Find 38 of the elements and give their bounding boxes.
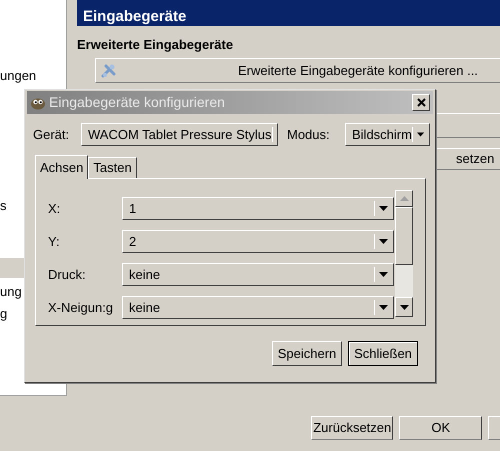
tools-icon (101, 63, 117, 79)
scroll-down-button[interactable] (395, 297, 413, 317)
scroll-thumb[interactable] (395, 207, 413, 265)
axis-dropdown[interactable]: 1 (122, 197, 394, 220)
app-icon (30, 96, 46, 110)
device-dropdown[interactable]: WACOM Tablet Pressure Stylus (81, 123, 278, 146)
up-arrow-icon (400, 196, 408, 201)
dropdown-arrow-icon (379, 206, 388, 211)
dialog-title: Eingabegeräte konfigurieren (49, 93, 226, 112)
axis-dropdown[interactable]: keine (122, 263, 394, 286)
header-title: Eingabegeräte (83, 8, 186, 26)
dropdown-arrow-icon (379, 239, 388, 244)
sidebar-item[interactable]: ungen (0, 66, 67, 86)
dialog-button[interactable]: Zurücksetzen (311, 416, 394, 440)
field-label: X: (48, 200, 62, 218)
tab[interactable]: Tasten (88, 157, 137, 178)
down-arrow-icon (400, 304, 408, 310)
axis-dropdown[interactable]: 2 (122, 230, 394, 253)
tab[interactable]: Achsen (35, 155, 88, 179)
section-heading: Erweiterte Eingabegeräte (77, 37, 234, 53)
close-button[interactable] (412, 94, 430, 111)
configure-button[interactable]: Erweiterte Eingabegeräte konfigurieren ... (95, 58, 500, 83)
field-label: Modus: (287, 126, 331, 144)
mode-dropdown[interactable]: Bildschirm (345, 123, 430, 146)
scroll-up-button[interactable] (395, 190, 413, 207)
close-icon (416, 98, 426, 107)
dialog-button[interactable]: Speichern (272, 341, 342, 366)
field-label: Gerät: (33, 126, 70, 144)
axis-dropdown[interactable]: keine (122, 296, 394, 319)
scrollbar[interactable] (395, 190, 413, 317)
dialog-button[interactable]: OK (399, 416, 482, 440)
dropdown-arrow-icon (379, 272, 388, 277)
field-label: Druck: (48, 266, 87, 284)
field-label: X-Neigun:g (48, 298, 114, 317)
field-label: Y: (48, 232, 61, 251)
dropdown-arrow-icon (416, 132, 424, 137)
dialog-button[interactable]: Schließen (348, 341, 418, 366)
dropdown-arrow-icon (379, 305, 388, 310)
